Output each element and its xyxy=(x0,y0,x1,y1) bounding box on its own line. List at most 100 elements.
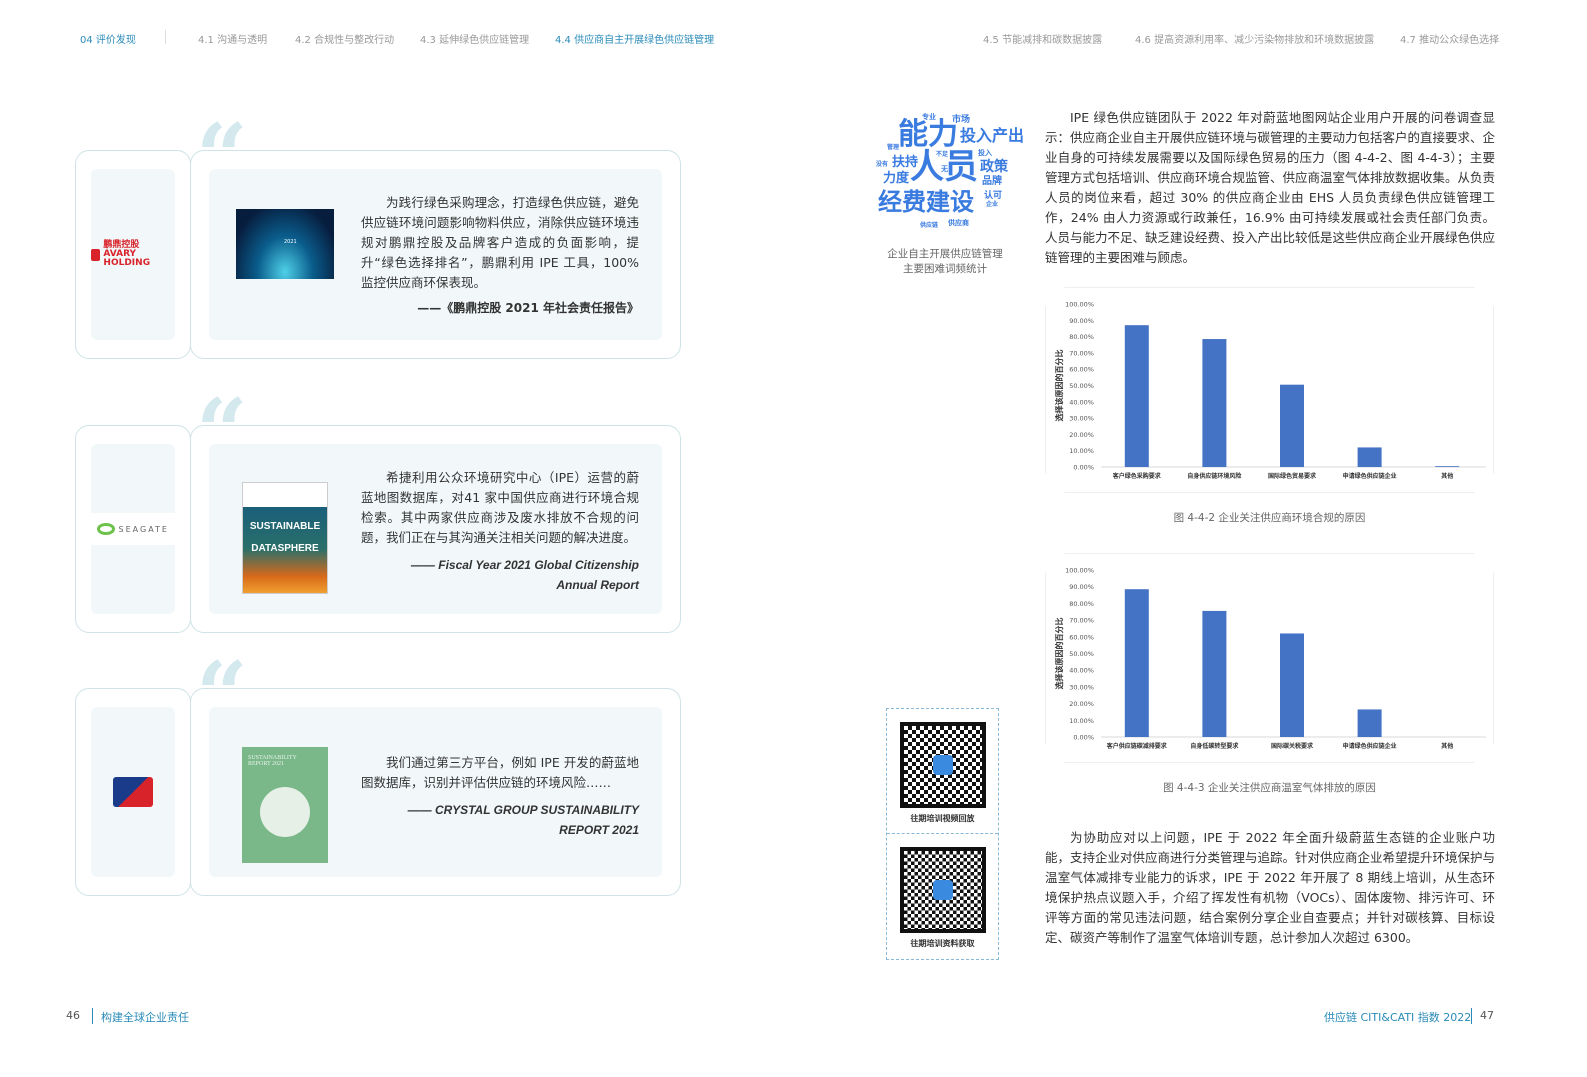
y-tick-label: 90.00% xyxy=(1069,583,1094,591)
footer-title-left: 构建全球企业责任 xyxy=(101,1011,189,1024)
word: 企业 xyxy=(986,201,999,208)
bar-2 xyxy=(1280,633,1304,737)
chart-4-4-2-svg: 0.00% 10.00% 20.00% 30.00% 40.00% 50.00% 60.00… xyxy=(1046,288,1495,494)
footer-divider xyxy=(1471,1008,1472,1024)
y-tick-label: 70.00% xyxy=(1069,617,1094,625)
chart-4-4-3-caption: 图 4-4-3 企业关注供应商温室气体排放的原因 xyxy=(1163,782,1376,794)
bar-0 xyxy=(1125,325,1149,467)
bar-4 xyxy=(1435,466,1459,467)
bar-1 xyxy=(1202,339,1226,467)
y-tick-label: 50.00% xyxy=(1069,382,1094,390)
y-tick-label: 40.00% xyxy=(1069,398,1094,406)
quote-source-line1: —— CRYSTAL GROUP SUSTAINABILITY xyxy=(407,803,639,817)
word: 扶持 xyxy=(892,155,919,170)
y-tick-label: 60.00% xyxy=(1069,366,1094,374)
y-tick-label: 20.00% xyxy=(1069,700,1094,708)
quote-text: 希捷利用公众环境研究中心（IPE）运营的蔚蓝地图数据库，对41 家中国供应商进行… xyxy=(361,470,639,545)
seagate-logo-text: SEAGATE xyxy=(118,524,169,534)
logo-panel: 鹏鼎控股 AVARY HOLDING xyxy=(91,169,175,340)
bar-2 xyxy=(1280,385,1304,467)
x-tick-label: 申请绿色供应链企业 xyxy=(1343,472,1397,480)
word-cloud: 能力 投入产出 人员 经费建设 扶持 力度 政策 品牌 市场 专业 管理 没有 … xyxy=(870,110,1035,235)
y-tick-label: 30.00% xyxy=(1069,683,1094,691)
quote-panel: SUSTAINABLE DATASPHERE 希捷利用公众环境研究中心（IPE）… xyxy=(209,444,662,614)
chart-4-4-3-svg: 0.00% 10.00% 20.00% 30.00% 40.00% 50.00% 60.00… xyxy=(1046,554,1495,764)
word: 政策 xyxy=(980,159,1008,175)
word: 经费建设 xyxy=(878,188,974,216)
bar-3 xyxy=(1358,447,1382,467)
word: 专业 xyxy=(922,113,936,121)
word: 管理 xyxy=(887,144,900,151)
avary-logo-text: 鹏鼎控股 AVARY HOLDING xyxy=(103,240,151,268)
quote-card-avary: 2021 为践行绿色采购理念，打造绿色供应链，避免供应链环境问题影响物料供应，消… xyxy=(190,150,681,359)
quote-card-crystal: SUSTAINABILITY REPORT 2021 我们通过第三方平台，例如 … xyxy=(190,688,681,896)
y-axis-label: 选择该原因的百分比 xyxy=(1054,618,1064,690)
word: 投入 xyxy=(978,149,992,157)
logo-panel: SEAGATE xyxy=(91,444,175,614)
word: 投入产出 xyxy=(960,126,1025,145)
y-tick-label: 20.00% xyxy=(1069,431,1094,439)
logo-card-avary: 鹏鼎控股 AVARY HOLDING xyxy=(75,150,191,359)
x-tick-label: 自身低碳转型要求 xyxy=(1190,742,1239,750)
y-tick-label: 40.00% xyxy=(1069,667,1094,675)
quote-source: ——《鹏鼎控股 2021 年社会责任报告》 xyxy=(417,301,639,315)
x-tick-label: 申请绿色供应链企业 xyxy=(1343,742,1397,750)
y-tick-label: 0.00% xyxy=(1073,464,1094,472)
quote-panel: SUSTAINABILITY REPORT 2021 我们通过第三方平台，例如 … xyxy=(209,707,662,877)
quote-text: 为践行绿色采购理念，打造绿色供应链，避免供应链环境问题影响物料供应，消除供应链环… xyxy=(361,195,639,290)
x-tick-label: 其他 xyxy=(1441,472,1453,480)
qr-code-video[interactable] xyxy=(900,722,986,808)
x-tick-label: 国际碳关税要求 xyxy=(1271,742,1314,750)
x-tick-label: 自身供应链环境风险 xyxy=(1187,472,1242,480)
y-tick-label: 90.00% xyxy=(1069,317,1094,325)
footer-title-right: 供应链 CITI&CATI 指数 2022 xyxy=(1324,1011,1472,1024)
nav-item-4-4[interactable]: 4.4 供应商自主开展绿色供应链管理 xyxy=(555,31,714,46)
word: 不足 xyxy=(936,151,949,158)
crystal-logo xyxy=(113,777,153,807)
x-tick-label: 国际绿色贸易要求 xyxy=(1268,472,1317,480)
y-axis-label: 选择该原因的百分比 xyxy=(1054,350,1064,422)
training-paragraph: 为协助应对以上问题，IPE 于 2022 年全面升级蔚蓝生态链的企业账户功能，支… xyxy=(1045,830,1496,945)
y-tick-label: 60.00% xyxy=(1069,633,1094,641)
report-cover-image: SUSTAINABILITY REPORT 2021 xyxy=(242,747,328,863)
y-tick-label: 100.00% xyxy=(1065,301,1094,309)
wordcloud-caption-line2: 主要困难词频统计 xyxy=(903,263,987,275)
page-number-right: 47 xyxy=(1480,1009,1494,1022)
avary-logo: 鹏鼎控股 AVARY HOLDING xyxy=(91,241,175,268)
chart-4-4-2-caption: 图 4-4-2 企业关注供应商环境合规的原因 xyxy=(1173,512,1366,524)
bar-3 xyxy=(1358,709,1382,737)
report-cover-image: SUSTAINABLE DATASPHERE xyxy=(242,482,328,594)
nav-section[interactable]: 04 评价发现 xyxy=(80,31,136,46)
quote-panel: 2021 为践行绿色采购理念，打造绿色供应链，避免供应链环境问题影响物料供应，消… xyxy=(209,169,662,340)
y-tick-label: 100.00% xyxy=(1065,567,1094,575)
report-cover-image: 2021 xyxy=(236,209,334,279)
y-tick-label: 70.00% xyxy=(1069,349,1094,357)
word: 认可 xyxy=(984,191,1003,201)
bar-1 xyxy=(1202,611,1226,737)
page-number-left: 46 xyxy=(66,1009,80,1022)
nav-item-4-5[interactable]: 4.5 节能减排和碳数据披露 xyxy=(983,31,1102,46)
footer-divider xyxy=(92,1008,93,1024)
wordcloud-caption-line1: 企业自主开展供应链管理 xyxy=(887,248,1003,260)
nav-item-4-6[interactable]: 4.6 提高资源利用率、减少污染物排放和环境数据披露 xyxy=(1135,31,1374,46)
nav-item-4-1[interactable]: 4.1 沟通与透明 xyxy=(198,31,267,46)
qr-code-materials[interactable] xyxy=(900,847,986,933)
seagate-logo: SEAGATE xyxy=(91,513,175,545)
y-tick-label: 30.00% xyxy=(1069,415,1094,423)
quote-source-line2: Annual Report xyxy=(556,578,639,592)
qr-panel: 往期培训视频回放 往期培训资料获取 xyxy=(886,708,999,960)
quote-text: 我们通过第三方平台，例如 IPE 开发的蔚蓝地图数据库，识别并评估供应链的环境风… xyxy=(361,755,639,790)
y-tick-label: 10.00% xyxy=(1069,447,1094,455)
intro-paragraph: IPE 绿色供应链团队于 2022 年对蔚蓝地图网站企业用户开展的问卷调查显示：… xyxy=(1045,110,1496,265)
qr-label-materials: 往期培训资料获取 xyxy=(910,939,975,948)
nav-item-4-2[interactable]: 4.2 合规性与整改行动 xyxy=(295,31,394,46)
nav-item-4-7[interactable]: 4.7 推动公众绿色选择 xyxy=(1400,31,1499,46)
y-tick-label: 80.00% xyxy=(1069,333,1094,341)
quote-card-seagate: SUSTAINABLE DATASPHERE 希捷利用公众环境研究中心（IPE）… xyxy=(190,425,681,633)
nav-item-4-3[interactable]: 4.3 延伸绿色供应链管理 xyxy=(420,31,529,46)
word: 供应链 xyxy=(920,222,939,229)
quote-source-line2: REPORT 2021 xyxy=(559,823,639,837)
bar-0 xyxy=(1125,589,1149,737)
word: 能力 xyxy=(898,117,958,152)
word: 供应商 xyxy=(948,219,969,227)
